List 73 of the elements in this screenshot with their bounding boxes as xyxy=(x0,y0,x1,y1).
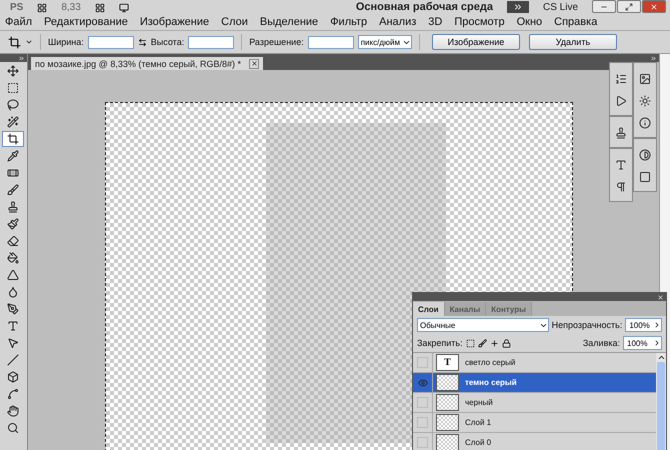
menu-item[interactable]: Фильтр xyxy=(330,16,368,28)
option-button[interactable]: Изображение xyxy=(432,34,520,50)
document-tab[interactable]: по мозаике.jpg @ 8,33% (темно серый, RGB/8#) * xyxy=(31,57,264,70)
text-layer-thumbnail: T xyxy=(436,354,459,371)
height-label: Высота: xyxy=(150,37,184,47)
menu-item[interactable]: 3D xyxy=(428,16,442,28)
layer-thumbnail xyxy=(436,394,459,411)
lock-all-icon[interactable] xyxy=(502,338,511,348)
visibility-toggle[interactable] xyxy=(417,357,428,368)
menu-item[interactable]: Слои xyxy=(221,16,248,28)
close-tab-icon[interactable] xyxy=(249,58,260,68)
menu-item[interactable]: Окно xyxy=(516,16,542,28)
visibility-toggle[interactable] xyxy=(417,437,428,448)
layer-row[interactable]: Слой 0 xyxy=(413,433,656,450)
unit-value: пикс/дюйм xyxy=(360,38,400,46)
scrollbar-thumb[interactable] xyxy=(657,362,665,450)
visibility-toggle[interactable] xyxy=(417,397,428,408)
menu-item[interactable]: Просмотр xyxy=(454,16,505,28)
layer-thumbnail xyxy=(436,374,459,391)
arrange-icon[interactable] xyxy=(94,3,105,13)
scroll-up-icon[interactable] xyxy=(656,353,666,362)
cs-live-menu[interactable]: CS Live xyxy=(542,2,578,13)
opacity-field[interactable]: 100% xyxy=(625,318,662,332)
collapse-icon[interactable] xyxy=(650,54,657,62)
close-icon xyxy=(650,2,658,10)
collapse-icon[interactable] xyxy=(18,54,25,62)
unit-select[interactable]: пикс/дюйм xyxy=(358,35,412,49)
caret-icon[interactable] xyxy=(25,38,33,46)
lock-transparency-icon[interactable] xyxy=(466,338,475,348)
opacity-label: Непрозрачность: xyxy=(552,320,622,330)
width-field[interactable] xyxy=(88,36,134,48)
close-icon[interactable] xyxy=(657,294,664,300)
width-label: Ширина: xyxy=(48,37,84,47)
menu-item[interactable]: Справка xyxy=(554,16,598,28)
more-workspaces-button[interactable] xyxy=(506,1,529,13)
layer-thumbnail xyxy=(436,414,459,431)
blend-mode-select[interactable]: Обычные xyxy=(417,318,549,332)
lock-label: Закрепить: xyxy=(417,338,463,348)
resolution-label: Разрешение: xyxy=(249,37,304,47)
option-button[interactable]: Удалить xyxy=(528,34,617,50)
blend-mode-value: Обычные xyxy=(420,320,456,330)
visibility-icon[interactable] xyxy=(418,378,428,388)
minimize-button[interactable] xyxy=(592,0,616,13)
height-field[interactable] xyxy=(188,36,234,48)
swap-icon[interactable] xyxy=(138,38,147,46)
crop-preset-icon[interactable] xyxy=(8,36,21,48)
fill-label: Заливка: xyxy=(582,338,620,348)
layer-row[interactable]: Слой 1 xyxy=(413,413,656,433)
maximize-button[interactable] xyxy=(617,0,641,13)
maximize-icon xyxy=(625,2,633,10)
menu-item[interactable]: Анализ xyxy=(379,16,416,28)
workspace-switcher[interactable]: Основная рабочая среда xyxy=(356,2,493,13)
menu-item[interactable]: Файл xyxy=(5,16,32,28)
visibility-toggle[interactable] xyxy=(417,417,428,428)
resolution-field[interactable] xyxy=(308,36,354,48)
fill-field[interactable]: 100% xyxy=(623,336,662,350)
menu-item[interactable]: Изображение xyxy=(140,16,210,28)
fill-value: 100% xyxy=(627,338,648,348)
view-icon[interactable] xyxy=(37,3,48,13)
lock-pixels-icon[interactable] xyxy=(478,338,487,348)
layer-row[interactable]: черный xyxy=(413,393,656,413)
lock-position-icon[interactable] xyxy=(490,338,499,348)
zoom-level[interactable]: 8,33 xyxy=(61,2,81,13)
opacity-value: 100% xyxy=(629,320,650,330)
menu-item[interactable]: Выделение xyxy=(260,16,318,28)
crop-tool-icon[interactable] xyxy=(2,131,24,147)
menu-item[interactable]: Редактирование xyxy=(44,16,128,28)
screen-mode-icon[interactable] xyxy=(118,3,129,13)
close-button[interactable] xyxy=(642,0,666,13)
panel-tab[interactable]: Слои xyxy=(413,302,445,316)
app-logo: PS xyxy=(10,2,24,13)
double-chevron-icon xyxy=(512,2,523,12)
layer-row[interactable]: темно серый xyxy=(413,373,656,393)
